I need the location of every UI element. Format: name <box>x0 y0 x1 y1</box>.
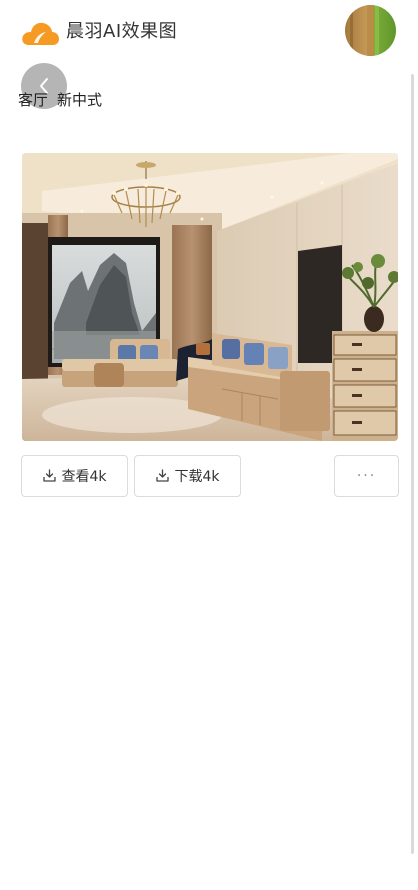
download-tray-icon <box>42 469 57 483</box>
more-button[interactable]: ··· <box>334 455 399 497</box>
download-tray-icon <box>155 469 170 483</box>
rendered-room-image[interactable] <box>22 153 398 441</box>
page: 晨羽AI效果图 客厅 新中式 查看4k 下载4k ··· <box>0 0 418 890</box>
cloud-logo-icon <box>22 22 59 45</box>
user-avatar[interactable] <box>345 5 396 56</box>
download-4k-button[interactable]: 下载4k <box>134 455 241 497</box>
download-4k-label: 下载4k <box>174 469 220 485</box>
breadcrumb-style: 新中式 <box>57 91 103 109</box>
app-title: 晨羽AI效果图 <box>66 21 178 42</box>
breadcrumb-room: 客厅 <box>18 91 49 109</box>
living-room-render-icon <box>22 153 398 441</box>
app-header: 晨羽AI效果图 <box>0 0 418 64</box>
scrollbar[interactable] <box>411 74 414 854</box>
view-4k-label: 查看4k <box>61 469 107 485</box>
more-label: ··· <box>356 468 377 484</box>
view-4k-button[interactable]: 查看4k <box>21 455 128 497</box>
breadcrumb: 客厅 新中式 <box>18 89 102 111</box>
avatar-image-icon <box>345 5 396 56</box>
